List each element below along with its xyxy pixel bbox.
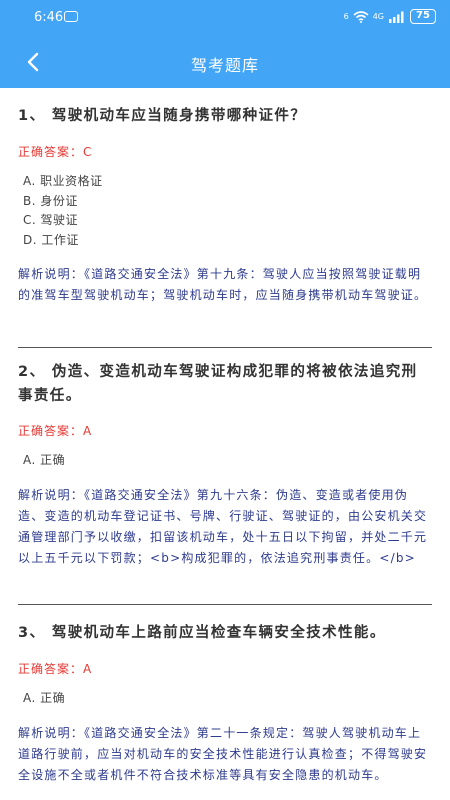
- status-time: 6:46: [34, 10, 64, 25]
- notification-icon: [64, 11, 78, 22]
- signal-icon: [389, 11, 404, 23]
- question-item: 3、 驾驶机动车上路前应当检查车辆安全技术性能。 正确答案：A A. 正确 解析…: [18, 621, 432, 800]
- question-list: 1、 驾驶机动车应当随身携带哪种证件？ 正确答案：C A. 职业资格证 B. 身…: [18, 88, 432, 800]
- status-bar: 6:46 6 4G 75: [0, 0, 450, 36]
- option-item: A. 职业资格证: [23, 174, 103, 188]
- network-label: 6: [343, 12, 349, 21]
- correct-answer: 正确答案：C: [18, 143, 432, 160]
- explanation-text: 解析说明：《道路交通安全法》第十九条：驾驶人应当按照驾驶证载明的准驾车型驾驶机动…: [18, 267, 428, 302]
- battery-icon: 75: [410, 9, 436, 24]
- header-bar: 驾考题库: [0, 36, 450, 88]
- status-indicators: 6 4G 75: [344, 9, 436, 24]
- option-item: C. 驾驶证: [23, 213, 79, 227]
- option-item: A. 正确: [23, 453, 66, 467]
- correct-answer: 正确答案：A: [18, 422, 432, 439]
- question-item: 2、 伪造、变造机动车驾驶证构成犯罪的将被依法追究刑事责任。 正确答案：A A.…: [18, 360, 432, 605]
- question-item: 1、 驾驶机动车应当随身携带哪种证件？ 正确答案：C A. 职业资格证 B. 身…: [18, 104, 432, 348]
- network-type-label: 4G: [372, 12, 384, 21]
- option-item: A. 正确: [23, 691, 66, 705]
- correct-answer-value: A: [83, 424, 93, 438]
- correct-answer-value: C: [83, 145, 93, 159]
- correct-answer-value: A: [83, 662, 93, 676]
- correct-answer: 正确答案：A: [18, 660, 432, 677]
- option-list: A. 正确: [18, 451, 432, 471]
- question-title: 2、 伪造、变造机动车驾驶证构成犯罪的将被依法追究刑事责任。: [18, 364, 418, 404]
- explanation-text: 解析说明：《道路交通安全法》第二十一条规定：驾驶人驾驶机动车上道路行驶前，应当对…: [18, 725, 428, 782]
- explanation-text: 解析说明：《道路交通安全法》第九十六条：伪造、变造或者使用伪造、变造的机动车登记…: [18, 487, 428, 565]
- question-title: 1、 驾驶机动车应当随身携带哪种证件？: [18, 108, 307, 124]
- wifi-icon: [353, 10, 369, 23]
- page-title: 驾考题库: [190, 56, 259, 75]
- correct-answer-label: 正确答案：: [18, 145, 84, 159]
- option-list: A. 职业资格证 B. 身份证 C. 驾驶证 D. 工作证: [18, 172, 432, 250]
- correct-answer-label: 正确答案：: [18, 424, 84, 438]
- correct-answer-label: 正确答案：: [18, 662, 84, 676]
- option-item: B. 身份证: [23, 193, 78, 208]
- option-item: D. 工作证: [23, 232, 79, 247]
- question-title: 3、 驾驶机动车上路前应当检查车辆安全技术性能。: [18, 625, 386, 641]
- option-list: A. 正确: [18, 689, 432, 709]
